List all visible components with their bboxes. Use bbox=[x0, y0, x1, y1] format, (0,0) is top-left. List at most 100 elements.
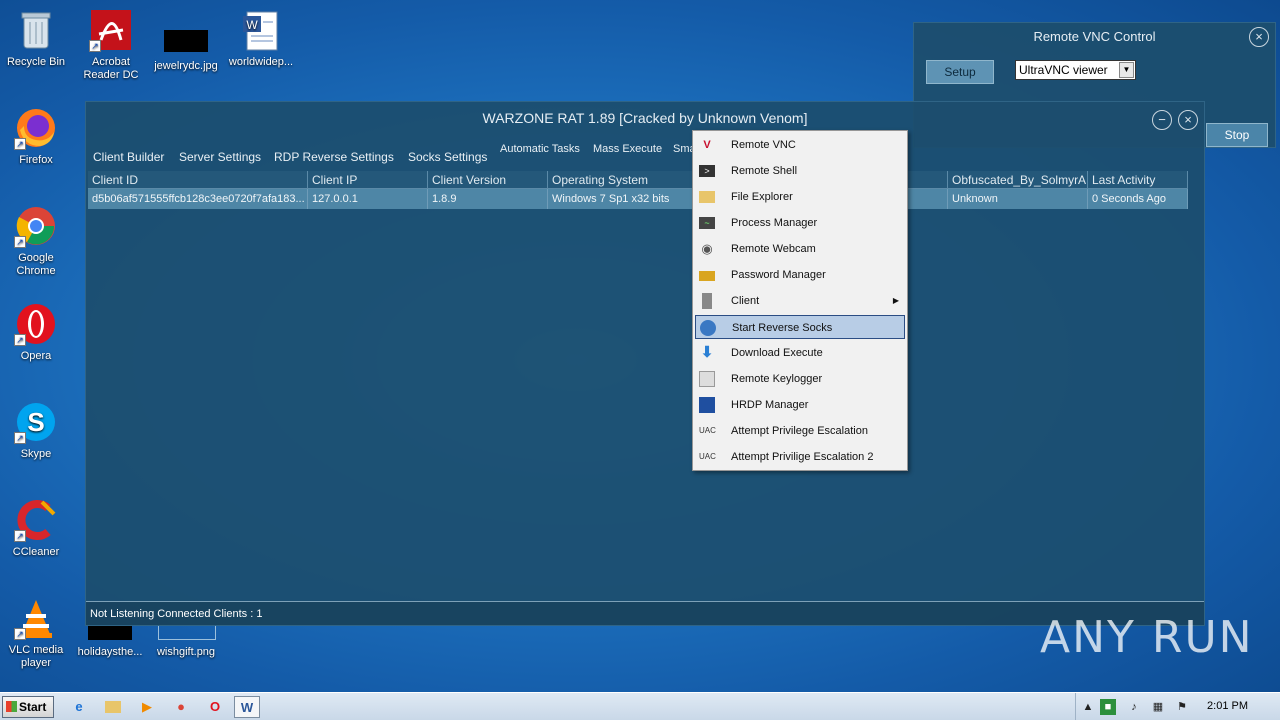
word-icon[interactable]: W bbox=[234, 696, 260, 718]
menu-socks-settings[interactable]: Socks Settings bbox=[408, 150, 487, 164]
uac-icon: UAC bbox=[699, 426, 716, 435]
minimize-icon[interactable]: − bbox=[1152, 110, 1172, 130]
vnc-icon: V bbox=[703, 139, 711, 151]
clock[interactable]: 2:01 PM bbox=[1207, 700, 1248, 712]
start-button[interactable]: Start bbox=[2, 696, 54, 718]
desktop-icon-firefox[interactable]: ↗ Firefox bbox=[0, 106, 72, 167]
shell-icon: > bbox=[699, 165, 715, 177]
menu-automatic-tasks[interactable]: Automatic Tasks bbox=[500, 143, 580, 155]
menu-item-label: Start Reverse Socks bbox=[732, 322, 833, 334]
image-file-icon bbox=[164, 30, 208, 56]
file-icon bbox=[88, 624, 132, 640]
menu-item-label: Attempt Privilige Escalation 2 bbox=[731, 451, 874, 463]
menu-item-label: Remote Shell bbox=[731, 165, 798, 177]
clients-table: Client ID Client IP Client Version Opera… bbox=[88, 171, 1188, 209]
menu-item-start-reverse-socks[interactable]: Start Reverse Socks bbox=[695, 315, 905, 339]
desktop-icon-label: wishgift.png bbox=[156, 646, 216, 658]
menu-mass-execute[interactable]: Mass Execute bbox=[593, 143, 662, 155]
firefox-icon: ↗ bbox=[14, 106, 58, 150]
status-bar: Not Listening Connected Clients : 1 bbox=[86, 601, 1204, 625]
download-icon: ⬇ bbox=[700, 344, 714, 361]
column-header[interactable]: Last Activity bbox=[1088, 171, 1188, 189]
menu-item-remote-keylogger[interactable]: Remote Keylogger bbox=[695, 367, 905, 391]
menu-item-hrdp-manager[interactable]: HRDP Manager bbox=[695, 393, 905, 417]
chrome-icon[interactable]: ● bbox=[168, 696, 194, 718]
vnc-viewer-select[interactable]: UltraVNC viewer ▼ bbox=[1015, 60, 1136, 80]
menu-client-builder[interactable]: Client Builder bbox=[93, 150, 164, 164]
vnc-close-icon[interactable]: × bbox=[1249, 27, 1269, 47]
chevron-up-icon[interactable]: ▲ bbox=[1080, 699, 1096, 715]
column-header[interactable]: Client ID bbox=[88, 171, 308, 189]
vnc-setup-button[interactable]: Setup bbox=[926, 60, 994, 84]
menu-item-process-manager[interactable]: ~ Process Manager bbox=[695, 211, 905, 235]
chevron-right-icon: ▶ bbox=[892, 296, 899, 305]
vnc-window-title: Remote VNC Control bbox=[1033, 29, 1156, 44]
network-icon[interactable]: ▦ bbox=[1150, 699, 1166, 715]
word-doc-icon: W bbox=[239, 8, 283, 52]
menu-item-privilege-escalation-2[interactable]: UAC Attempt Privilige Escalation 2 bbox=[695, 445, 905, 469]
desktop-icon-skype[interactable]: S ↗ Skype bbox=[0, 400, 72, 461]
menu-item-client[interactable]: Client ▶ bbox=[695, 289, 905, 313]
desktop-icon-label: Google Chrome bbox=[16, 252, 56, 277]
menu-server-settings[interactable]: Server Settings bbox=[179, 150, 261, 164]
media-player-icon[interactable]: ▶ bbox=[134, 696, 160, 718]
desktop-icon-label: Recycle Bin bbox=[6, 56, 66, 68]
taskbar: Start e ▶ ● O W ▲ ■ ♪ ▦ ⚑ 2:01 PM bbox=[0, 692, 1280, 720]
explorer-icon[interactable] bbox=[100, 696, 126, 718]
menu-item-label: Client bbox=[731, 295, 760, 307]
menu-item-label: Remote Keylogger bbox=[731, 373, 823, 385]
uac-icon: UAC bbox=[699, 452, 716, 461]
desktop-icon-ccleaner[interactable]: ↗ CCleaner bbox=[0, 498, 72, 559]
skype-icon: S ↗ bbox=[14, 400, 58, 444]
desktop-icon-wishgift[interactable]: wishgift.png bbox=[150, 624, 222, 659]
desktop-icon-worldwidep[interactable]: W worldwidep... bbox=[225, 8, 297, 69]
system-tray: ▲ ■ ♪ ▦ ⚑ 2:01 PM bbox=[1075, 693, 1280, 720]
desktop-icon-chrome[interactable]: ↗ Google Chrome bbox=[0, 204, 72, 278]
desktop-icon-acrobat[interactable]: ↗ Acrobat Reader DC bbox=[75, 8, 147, 82]
column-header[interactable]: Client Version bbox=[428, 171, 548, 189]
desktop-icon-jewelrydc[interactable]: jewelrydc.jpg bbox=[150, 26, 222, 73]
flag-icon[interactable]: ⚑ bbox=[1174, 699, 1190, 715]
menu-item-label: HRDP Manager bbox=[731, 399, 809, 411]
desktop-icon-label: VLC media player bbox=[8, 644, 64, 669]
table-header: Client ID Client IP Client Version Opera… bbox=[88, 171, 1188, 189]
menu-item-privilege-escalation[interactable]: UAC Attempt Privilege Escalation bbox=[695, 419, 905, 443]
ie-icon[interactable]: e bbox=[66, 696, 92, 718]
vnc-stop-button[interactable]: Stop bbox=[1206, 123, 1268, 147]
svg-text:W: W bbox=[246, 18, 258, 32]
menu-item-password-manager[interactable]: Password Manager bbox=[695, 263, 905, 287]
opera-icon[interactable]: O bbox=[202, 696, 228, 718]
vlc-icon: ↗ bbox=[14, 596, 58, 640]
network-tray-icon[interactable]: ■ bbox=[1100, 699, 1116, 715]
desktop-icon-label: holidaysthe... bbox=[77, 646, 143, 658]
desktop-icon-opera[interactable]: ↗ Opera bbox=[0, 302, 72, 363]
chevron-down-icon[interactable]: ▼ bbox=[1119, 62, 1134, 78]
menu-rdp-reverse-settings[interactable]: RDP Reverse Settings bbox=[274, 150, 394, 164]
desktop-icon-label: Skype bbox=[20, 448, 52, 460]
table-row[interactable]: d5b06af571555ffcb128c3ee0720f7afa183... … bbox=[88, 189, 1188, 209]
menu-item-download-execute[interactable]: ⬇ Download Execute bbox=[695, 341, 905, 365]
context-menu: V Remote VNC > Remote Shell File Explore… bbox=[692, 130, 908, 471]
menu-item-label: Password Manager bbox=[731, 269, 826, 281]
recycle-bin-icon bbox=[14, 8, 58, 52]
cell-client-ip: 127.0.0.1 bbox=[308, 189, 428, 209]
close-icon[interactable]: × bbox=[1178, 110, 1198, 130]
desktop-icon-recycle-bin[interactable]: Recycle Bin bbox=[0, 8, 72, 69]
ccleaner-icon: ↗ bbox=[14, 498, 58, 542]
windows-logo-icon bbox=[6, 701, 17, 712]
menu-item-file-explorer[interactable]: File Explorer bbox=[695, 185, 905, 209]
rat-main-window: WARZONE RAT 1.89 [Cracked by Unknown Ven… bbox=[85, 101, 1205, 626]
menu-item-remote-shell[interactable]: > Remote Shell bbox=[695, 159, 905, 183]
desktop-icon-vlc[interactable]: ↗ VLC media player bbox=[0, 596, 72, 670]
column-header[interactable]: Client IP bbox=[308, 171, 428, 189]
menu-item-label: Process Manager bbox=[731, 217, 818, 229]
process-icon: ~ bbox=[699, 217, 715, 229]
desktop-icon-holidaysthe[interactable]: holidaysthe... bbox=[74, 624, 146, 659]
desktop-icon-label: jewelrydc.jpg bbox=[154, 60, 218, 72]
menu-item-remote-vnc[interactable]: V Remote VNC bbox=[695, 133, 905, 157]
column-header[interactable]: Obfuscated_By_SolmyrA bbox=[948, 171, 1088, 189]
anyrun-watermark: ANY RUN bbox=[1040, 612, 1254, 663]
speaker-icon[interactable]: ♪ bbox=[1126, 699, 1142, 715]
menu-item-remote-webcam[interactable]: ◉ Remote Webcam bbox=[695, 237, 905, 261]
desktop-icon-label: worldwidep... bbox=[228, 56, 294, 68]
